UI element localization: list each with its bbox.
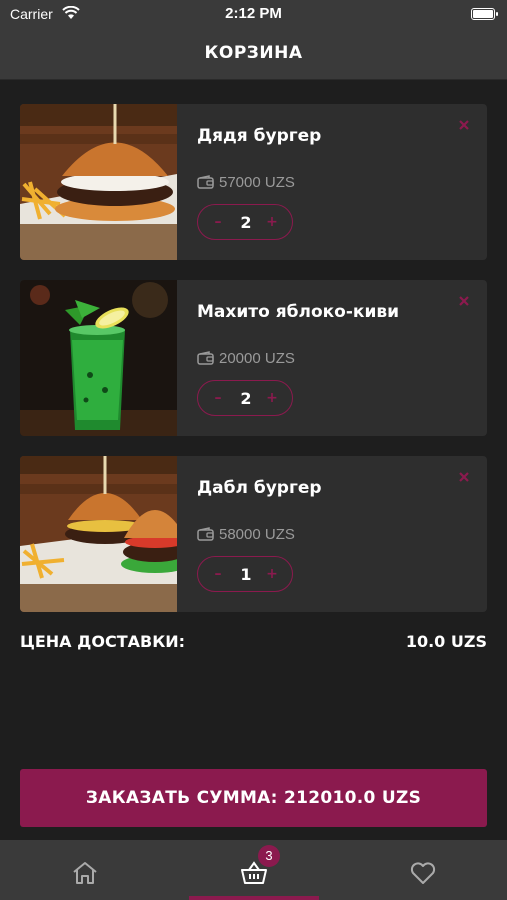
remove-item-button[interactable] [457, 294, 471, 308]
tab-bar: 3 [0, 840, 507, 900]
product-image [20, 280, 177, 436]
heart-icon [410, 862, 436, 884]
cart-item: Махито яблоко-киви 20000 UZS – 2 + [20, 280, 487, 436]
product-price: 57000 UZS [219, 173, 295, 191]
remove-item-button[interactable] [457, 470, 471, 484]
clock: 2:12 PM [225, 5, 282, 22]
price-row: 20000 UZS [197, 348, 295, 368]
quantity-stepper: – 2 + [197, 204, 293, 240]
tab-favorites[interactable] [338, 840, 507, 900]
active-tab-indicator [189, 896, 319, 900]
price-row: 58000 UZS [197, 524, 295, 544]
product-price: 58000 UZS [219, 525, 295, 543]
status-bar: Carrier 2:12 PM [0, 0, 507, 30]
product-name: Махито яблоко-киви [197, 302, 400, 322]
tab-cart[interactable]: 3 [169, 840, 338, 900]
product-price: 20000 UZS [219, 349, 295, 367]
battery-icon [471, 8, 498, 20]
product-name: Дядя бургер [197, 126, 322, 146]
cart-item: Дядя бургер 57000 UZS – 2 + [20, 104, 487, 260]
quantity-stepper: – 2 + [197, 380, 293, 416]
remove-item-button[interactable] [457, 118, 471, 132]
place-order-button[interactable]: ЗАКАЗАТЬ СУММА: 212010.0 UZS [20, 769, 487, 827]
delivery-price-value: 10.0 UZS [405, 632, 487, 651]
quantity-stepper: – 1 + [197, 556, 293, 592]
tab-home[interactable] [0, 840, 169, 900]
page-title: КОРЗИНА [204, 43, 303, 63]
product-image [20, 456, 177, 612]
wallet-icon [197, 351, 214, 365]
increment-button[interactable]: + [262, 212, 282, 232]
increment-button[interactable]: + [262, 388, 282, 408]
cart-count-badge: 3 [258, 845, 280, 867]
increment-button[interactable]: + [262, 564, 282, 584]
cart-item: Дабл бургер 58000 UZS – 1 + [20, 456, 487, 612]
navigation-bar: КОРЗИНА [0, 30, 507, 80]
product-name: Дабл бургер [197, 478, 322, 498]
home-icon [73, 862, 97, 884]
wallet-icon [197, 527, 214, 541]
wallet-icon [197, 175, 214, 189]
delivery-price-label: ЦЕНА ДОСТАВКИ: [20, 632, 186, 651]
price-row: 57000 UZS [197, 172, 295, 192]
product-image [20, 104, 177, 260]
